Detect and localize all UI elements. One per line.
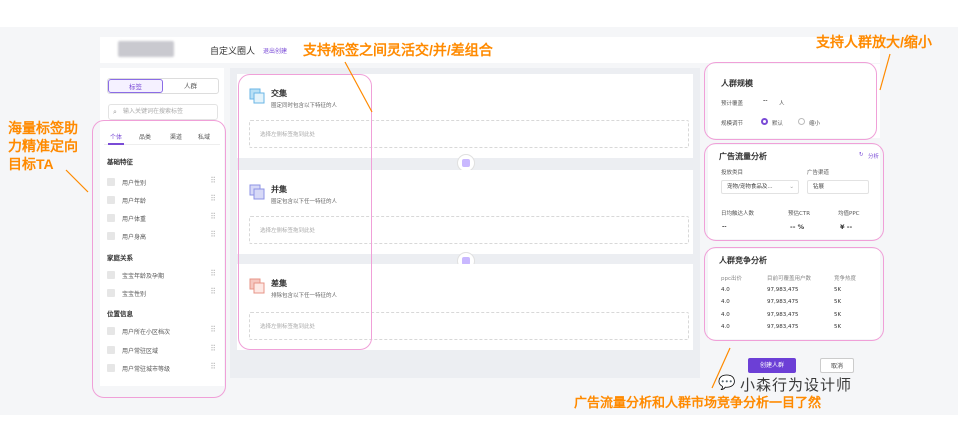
- chat-bubble-icon: 💬: [718, 374, 737, 390]
- annotation-left-line: 海量标签助: [8, 120, 78, 136]
- annotation-left: 海量标签助 力精准定向 目标TA: [8, 119, 78, 173]
- annotation-arrows: [65, 53, 891, 389]
- annotation-top-right: 支持人群放大/缩小: [816, 34, 932, 50]
- annotation-left-line: 目标TA: [8, 156, 54, 172]
- annotation-top: 支持标签之间灵活交/并/差组合: [303, 42, 493, 58]
- watermark: 💬 小森行为设计师: [718, 374, 853, 395]
- watermark-text: 小森行为设计师: [740, 377, 853, 394]
- annotation-left-line: 力精准定向: [8, 138, 78, 154]
